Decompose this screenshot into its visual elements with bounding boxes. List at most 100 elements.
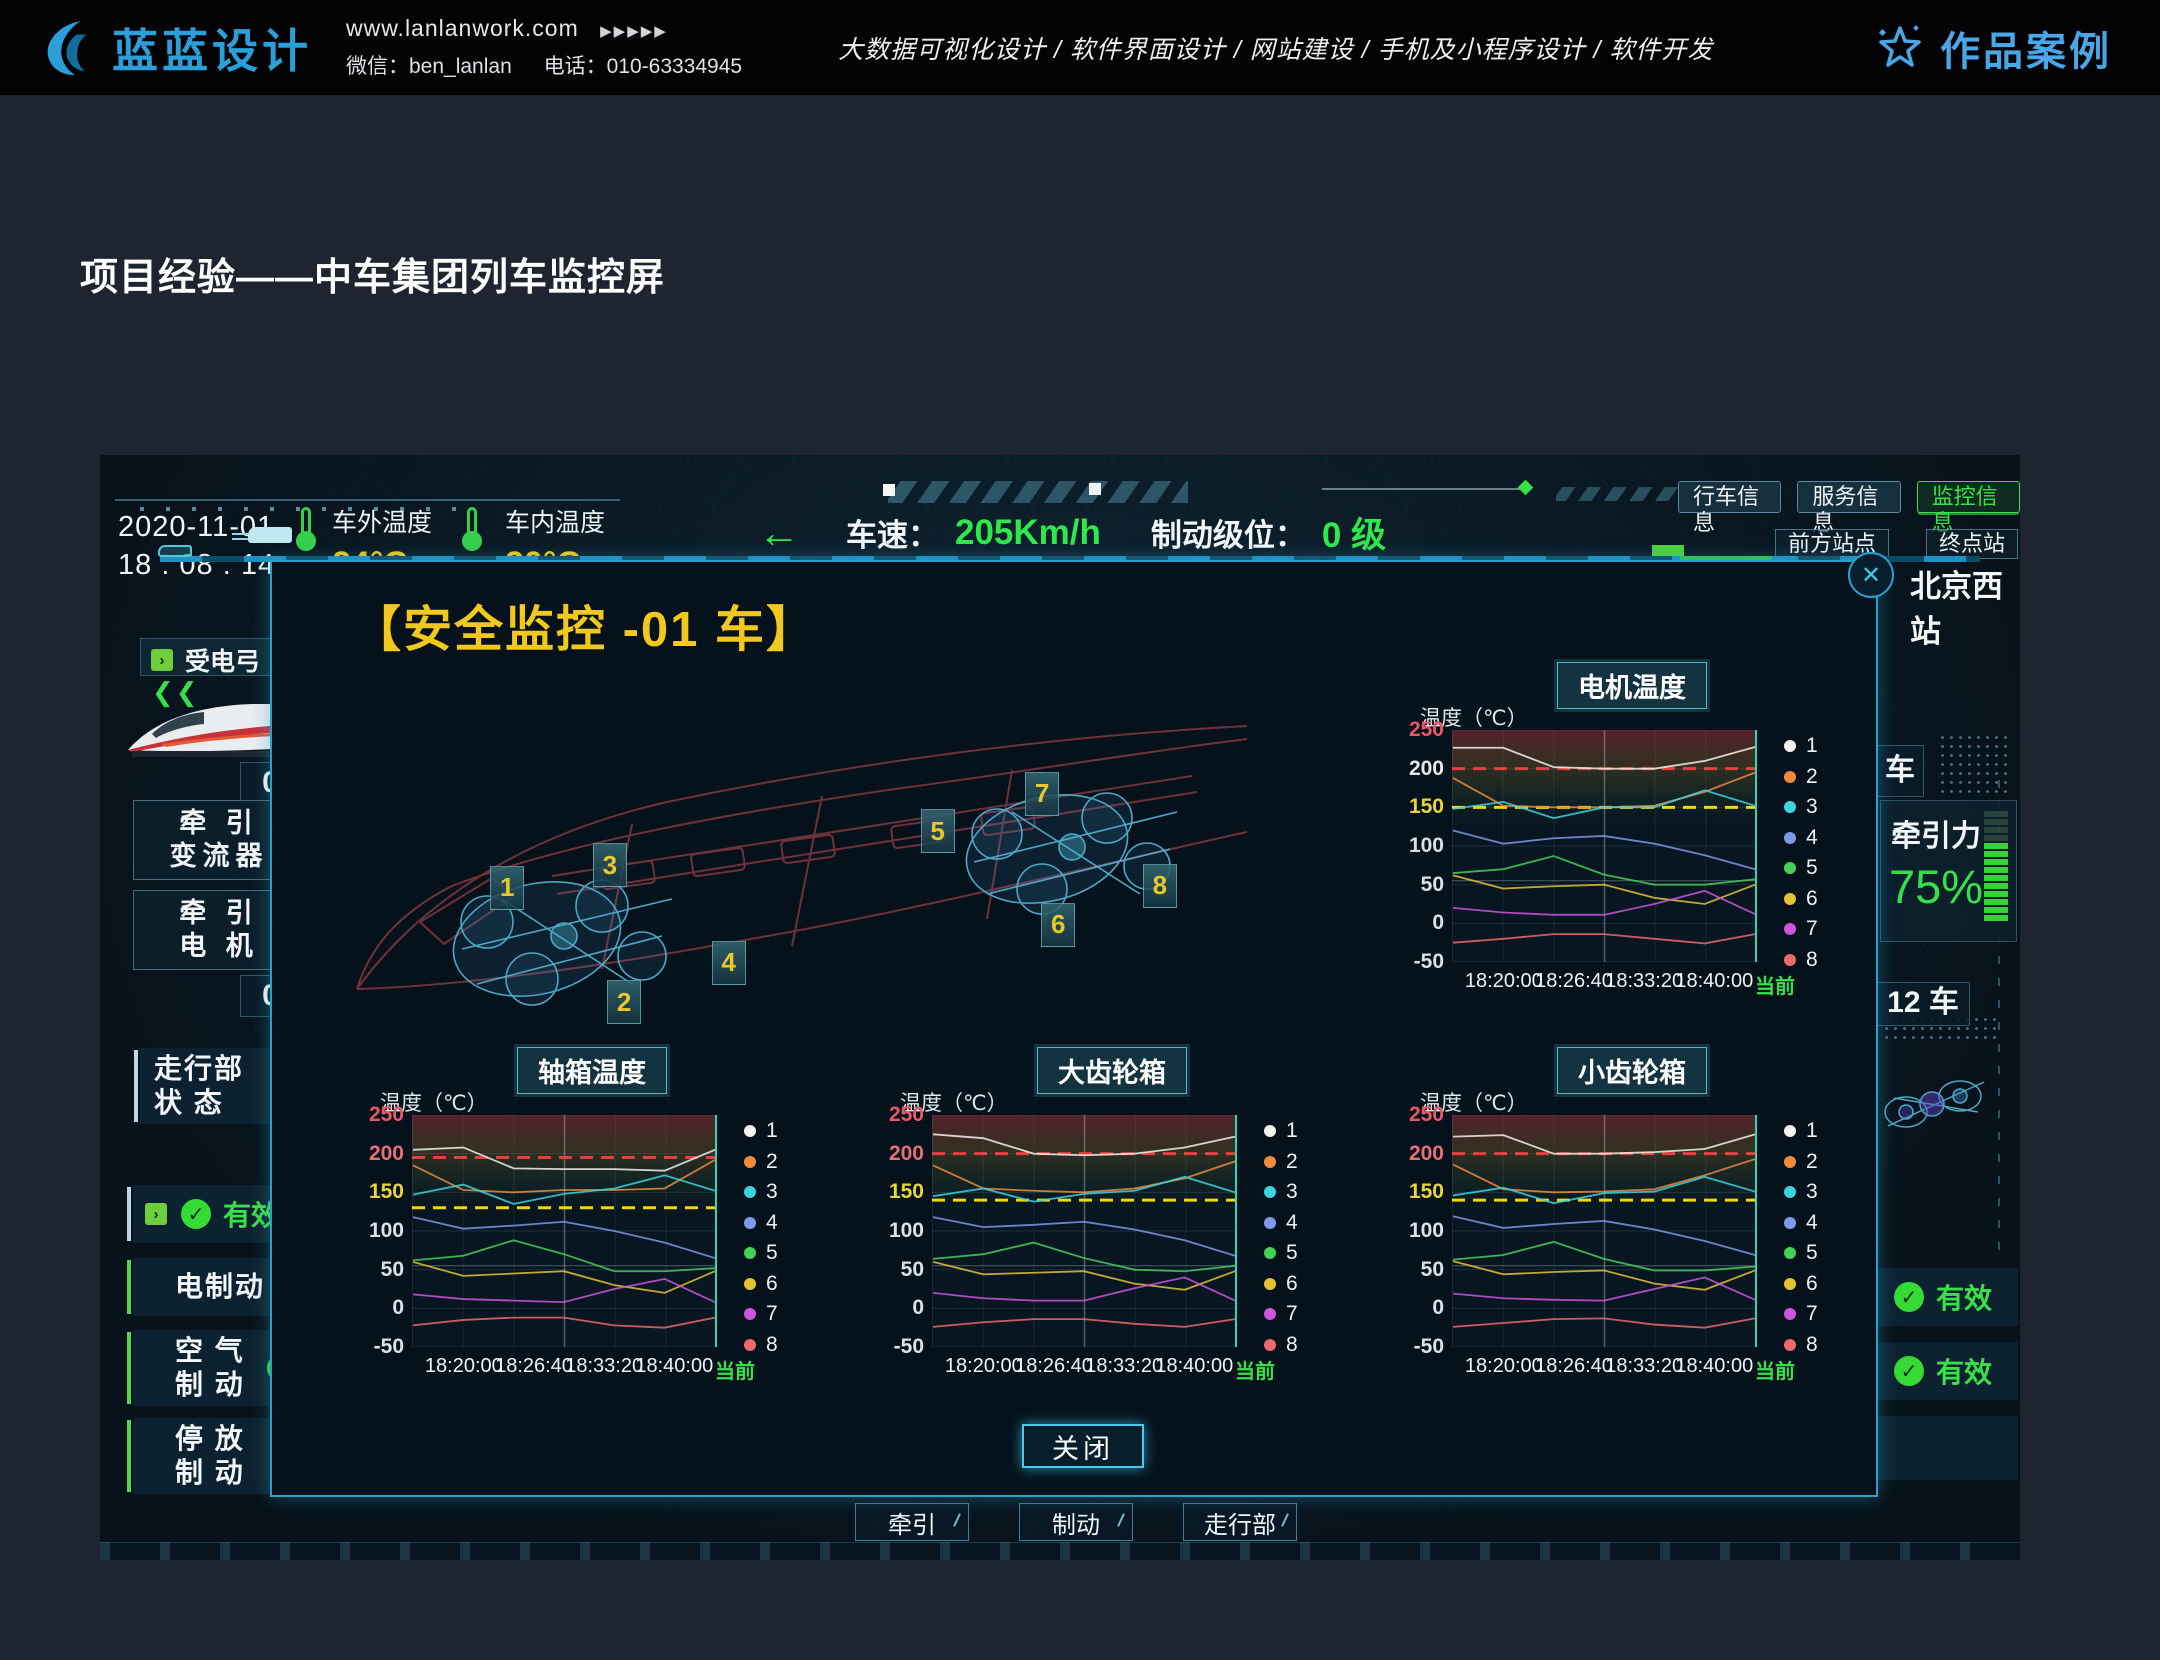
- chart-small-gearbox: 小齿轮箱 温度（℃） 250200150100500-50 18:20:0018…: [1392, 1047, 1872, 1395]
- legend-item: 1: [744, 1119, 778, 1143]
- bottom-tab-走行部[interactable]: 走行部: [1183, 1503, 1297, 1541]
- back-arrow-icon[interactable]: ←: [758, 509, 800, 557]
- arrow-badge-icon: ›: [145, 1203, 167, 1225]
- axle-marker-2[interactable]: 2: [607, 980, 641, 1024]
- deco-square: [883, 484, 895, 496]
- tab-服务信息[interactable]: 服务信息: [1797, 481, 1900, 513]
- info-tabs: 行车信息服务信息监控信息: [1678, 481, 2020, 513]
- logo-icon: [38, 17, 100, 79]
- legend-item: 7: [1784, 917, 1818, 941]
- website-link[interactable]: www.lanlanwork.com: [346, 15, 579, 41]
- arrow-badge-icon: ›: [151, 649, 173, 671]
- legend-item: 6: [1264, 1272, 1298, 1296]
- thermometer-icon: [296, 507, 316, 551]
- gauge-segment: [1984, 891, 2008, 897]
- bottom-tab-制动[interactable]: 制动: [1019, 1503, 1133, 1541]
- legend-dot-icon: [1264, 1278, 1276, 1290]
- bogie-status-line1: 走行部: [154, 1052, 244, 1086]
- axle-marker-1[interactable]: 1: [490, 866, 524, 910]
- x-tick: 18:26:40: [1015, 1355, 1093, 1378]
- axle-marker-4[interactable]: 4: [712, 941, 746, 985]
- legend-item: 5: [1784, 1241, 1818, 1265]
- bottom-tab-牵引[interactable]: 牵引: [855, 1503, 969, 1541]
- valid-label: 有效: [1936, 1351, 1992, 1391]
- car12-label: 12 车: [1876, 982, 1970, 1026]
- gauge-segment: [1984, 827, 2008, 833]
- y-tick: 50: [1392, 1258, 1444, 1282]
- close-icon[interactable]: ✕: [1848, 552, 1894, 598]
- legend-item: 3: [1784, 1180, 1818, 1204]
- chart-title: 轴箱温度: [517, 1047, 667, 1094]
- gauge-segment: [1984, 819, 2008, 825]
- legend-dot-icon: [744, 1156, 756, 1168]
- y-tick: -50: [1392, 950, 1444, 974]
- deco-square: [1089, 483, 1101, 495]
- air-brake-line1: 空 气: [175, 1334, 245, 1368]
- gauge-segment: [1984, 851, 2008, 857]
- tab-行车信息[interactable]: 行车信息: [1678, 481, 1781, 513]
- legend-item: 7: [744, 1302, 778, 1326]
- legend-dot-icon: [744, 1125, 756, 1137]
- chart-title: 大齿轮箱: [1037, 1047, 1187, 1094]
- y-tick: 250: [1392, 1103, 1444, 1127]
- electric-brake-label: 电制动: [175, 1270, 265, 1304]
- logo[interactable]: 蓝蓝设计: [38, 15, 312, 81]
- portfolio-label: 作品案例: [1940, 19, 2112, 77]
- legend-dot-icon: [1784, 954, 1796, 966]
- bogie-image: [1872, 1050, 2000, 1154]
- axle-marker-7[interactable]: 7: [1025, 772, 1059, 816]
- legend-dot-icon: [744, 1339, 756, 1351]
- axle-marker-6[interactable]: 6: [1041, 903, 1075, 947]
- y-tick: 200: [872, 1142, 924, 1166]
- check-icon: ✓: [181, 1199, 211, 1229]
- legend-item: 4: [1264, 1211, 1298, 1235]
- tab-监控信息[interactable]: 监控信息: [1917, 481, 2020, 513]
- legend-item: 4: [1784, 826, 1818, 850]
- legend-dot-icon: [1784, 801, 1796, 813]
- bottom-deco-strip: [100, 1542, 2020, 1560]
- close-button[interactable]: 关闭: [1022, 1424, 1144, 1468]
- services-nav: 大数据可视化设计 / 软件界面设计 / 网站建设 / 手机及小程序设计 / 软件…: [838, 30, 1713, 66]
- legend-dot-icon: [1264, 1339, 1276, 1351]
- legend-dot-icon: [744, 1186, 756, 1198]
- legend-item: 6: [744, 1272, 778, 1296]
- deco-stripes: [888, 481, 1188, 503]
- site-header: 蓝蓝设计 www.lanlanwork.com ▶▶▶▶▶ 微信：ben_lan…: [0, 0, 2160, 95]
- inside-temp-label: 车内温度: [505, 503, 605, 539]
- axle-marker-3[interactable]: 3: [593, 843, 627, 887]
- x-tick-current: 当前: [715, 1355, 755, 1384]
- legend-dot-icon: [1784, 1278, 1796, 1290]
- y-tick: 0: [1392, 1296, 1444, 1320]
- y-tick: 250: [872, 1103, 924, 1127]
- x-tick: 18:40:00: [1675, 970, 1753, 993]
- y-tick: -50: [872, 1335, 924, 1359]
- legend-dot-icon: [744, 1308, 756, 1320]
- gauge-segment: [1984, 843, 2008, 849]
- y-tick: 200: [352, 1142, 404, 1166]
- y-tick: 150: [352, 1180, 404, 1204]
- deco-stripes: [1556, 487, 1694, 501]
- legend-item: 2: [1784, 765, 1818, 789]
- legend-item: 1: [1784, 734, 1818, 758]
- legend-dot-icon: [744, 1217, 756, 1229]
- safety-monitor-modal: ✕ 【安全监控 -01 车】: [270, 560, 1878, 1497]
- y-tick: 200: [1392, 1142, 1444, 1166]
- y-tick: 100: [872, 1219, 924, 1243]
- y-tick: 50: [352, 1258, 404, 1282]
- legend-dot-icon: [1784, 1217, 1796, 1229]
- axle-marker-5[interactable]: 5: [921, 809, 955, 853]
- top-deco-line: [115, 499, 620, 501]
- gauge-segment: [1984, 915, 2008, 921]
- legend-dot-icon: [1264, 1308, 1276, 1320]
- deco-dots: [1938, 733, 2008, 793]
- axle-marker-8[interactable]: 8: [1143, 864, 1177, 908]
- traction-gauge: [1984, 811, 2008, 921]
- logo-text: 蓝蓝设计: [112, 15, 312, 81]
- speed-brake-bar: ← 车速： 205Km/h 制动级位： 0 级: [758, 507, 1386, 558]
- legend-dot-icon: [1784, 923, 1796, 935]
- legend-item: 7: [1784, 1302, 1818, 1326]
- x-tick: 18:20:00: [1465, 1355, 1543, 1378]
- legend-dot-icon: [1784, 893, 1796, 905]
- portfolio-link[interactable]: 作品案例: [1874, 19, 2112, 77]
- valid-status-row-right: ✓ 有效: [1878, 1342, 2018, 1400]
